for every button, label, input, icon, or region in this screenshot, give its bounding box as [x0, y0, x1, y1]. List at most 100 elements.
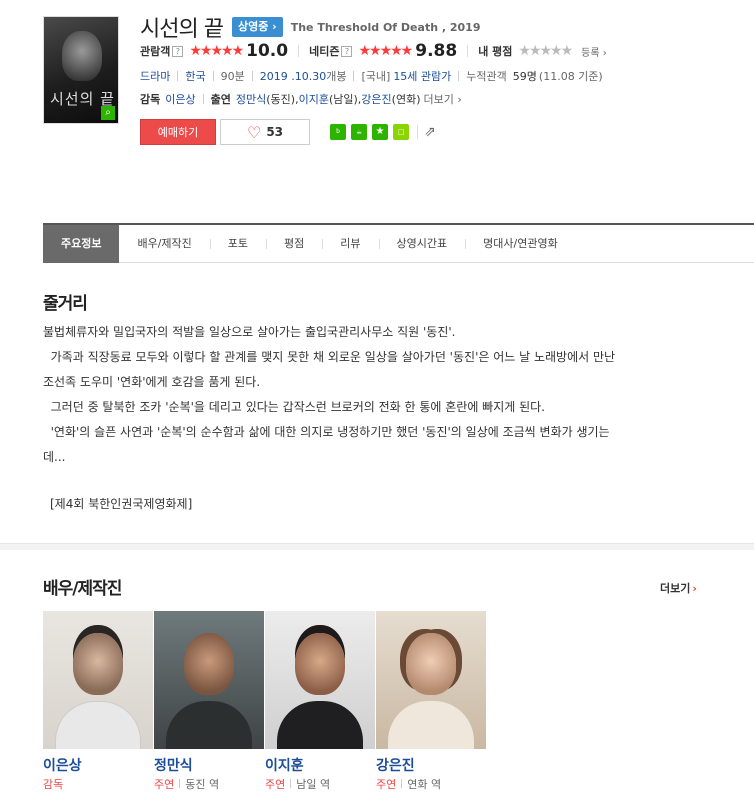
heart-icon: ♡	[246, 122, 262, 142]
photo-head	[184, 633, 234, 695]
credits-more-link[interactable]: 더보기 ›	[423, 91, 461, 107]
person-photo[interactable]	[43, 611, 153, 749]
help-icon[interactable]: ?	[341, 45, 353, 57]
cast-card[interactable]: 이지훈 주연 남일 역	[265, 611, 376, 792]
synopsis-line: 가족과 직장동료 모두와 이렇다 할 관계를 맺지 못한 채 외로운 일상을 살…	[43, 350, 616, 364]
cast-more-label: 더보기	[660, 582, 691, 595]
tab-photo[interactable]: 포토	[209, 225, 266, 263]
cast-card[interactable]: 강은진 주연 연화 역	[376, 611, 487, 792]
divider	[212, 71, 214, 81]
divider	[290, 779, 292, 788]
chevron-right-icon: ›	[692, 582, 697, 595]
synopsis-line: 데...	[43, 450, 66, 464]
role-label: 감독	[43, 778, 64, 791]
share-out-icon[interactable]: ⇗	[424, 124, 436, 140]
title-row: 시선의 끝 상영중 › The Threshold Of Death , 201…	[140, 13, 481, 42]
synopsis-line: 그러던 중 탈북한 조카 '순복'을 데리고 있다는 갑작스런 브로커의 전화 …	[43, 400, 546, 414]
status-badge[interactable]: 상영중 ›	[231, 17, 283, 37]
person-name[interactable]: 강은진	[376, 755, 487, 774]
audience-stars: ★★★★★	[189, 43, 244, 59]
divider	[202, 94, 204, 104]
reserve-button[interactable]: 예매하기	[140, 119, 216, 145]
help-icon[interactable]: ?	[172, 45, 184, 57]
cast-card[interactable]: 이은상 감독	[43, 611, 154, 792]
english-title: The Threshold Of Death , 2019	[290, 20, 481, 34]
cumulative-label: 누적관객	[466, 70, 507, 83]
movie-title: 시선의 끝	[140, 17, 224, 42]
role-label: 주연	[376, 778, 397, 791]
synopsis-heading: 줄거리	[43, 294, 88, 314]
cast-link-1[interactable]: 이지훈	[299, 91, 329, 107]
register-rating-link[interactable]: 등록 ›	[581, 44, 607, 59]
synopsis-line: 조선족 도우미 '연화'에게 호감을 품게 된다.	[43, 375, 261, 389]
person-role: 주연 연화 역	[376, 776, 487, 792]
release-date-link[interactable]: 2019 .10.30	[260, 70, 326, 83]
divider	[458, 71, 460, 81]
person-photo[interactable]	[154, 611, 264, 749]
blog-icon[interactable]: b	[330, 124, 346, 140]
cast-link-0[interactable]: 정만식	[236, 91, 266, 107]
photo-body	[388, 701, 474, 749]
cast-section-heading: 배우/제작진	[43, 579, 122, 599]
divider	[417, 125, 418, 139]
audience-label: 관람객	[140, 45, 171, 58]
share-icons: b ☕ ★ □ ⇗	[330, 124, 436, 140]
divider	[177, 71, 179, 81]
tab-showtimes[interactable]: 상영시간표	[378, 225, 466, 263]
cast-link-2[interactable]: 강은진	[361, 91, 391, 107]
action-row: 예매하기 ♡ 53 b ☕ ★ □ ⇗	[140, 119, 436, 145]
cast-card[interactable]: 정만식 주연 동진 역	[154, 611, 265, 792]
credits-row: 감독 이은상 출연 정만식 (동진), 이지훈 (남일), 강은진 (연화) 더보기 …	[140, 90, 462, 108]
divider	[298, 45, 300, 57]
country-link[interactable]: 한국	[185, 68, 205, 84]
synopsis-text: 불법체류자와 밀입국자의 적발을 일상으로 살아가는 출입국관리사무소 직원 '…	[43, 320, 713, 470]
my-rating-stars[interactable]: ★★★★★	[518, 43, 573, 59]
person-photo[interactable]	[376, 611, 486, 749]
director-label: 감독	[140, 93, 161, 106]
info-row: 드라마 한국 90분 2019 .10.30 개봉 [국내] 15세 관람가 누…	[140, 67, 603, 85]
character-name: 동진 역	[185, 778, 220, 791]
photo-body	[277, 701, 363, 749]
tab-quotes-related[interactable]: 명대사/연관영화	[465, 225, 576, 263]
tab-reviews[interactable]: 리뷰	[322, 225, 378, 263]
zoom-icon[interactable]: ⌕	[101, 106, 115, 120]
poster-face	[62, 31, 102, 81]
movie-poster[interactable]: 시선의 끝 ⌕	[43, 16, 119, 124]
person-name[interactable]: 이지훈	[265, 755, 376, 774]
tab-cast-crew[interactable]: 배우/제작진	[119, 225, 209, 263]
bookmark-star-icon[interactable]: ★	[372, 124, 388, 140]
netizen-stars: ★★★★★	[358, 43, 413, 59]
genre-link[interactable]: 드라마	[140, 68, 170, 84]
like-button[interactable]: ♡ 53	[220, 119, 310, 145]
cafe-icon[interactable]: ☕	[351, 124, 367, 140]
netizen-label: 네티즌	[309, 45, 340, 58]
character-name: 남일 역	[296, 778, 331, 791]
director-link[interactable]: 이은상	[165, 91, 195, 107]
divider	[467, 45, 469, 57]
rating-prefix: [국내]	[361, 70, 391, 83]
cast-more-link[interactable]: 더보기 ›	[660, 580, 697, 596]
tab-main-info[interactable]: 주요정보	[43, 224, 120, 263]
cast-list: 이은상 감독 정만식 주연 동진 역 이지훈 주연 남일 역 강은진 주연 연화 역	[43, 611, 487, 792]
cumulative-date: (11.08 기준)	[538, 70, 603, 83]
synopsis-line: 불법체류자와 밀입국자의 적발을 일상으로 살아가는 출입국관리사무소 직원 '…	[43, 325, 456, 339]
person-role: 주연 동진 역	[154, 776, 265, 792]
cast-role-1: (남일),	[328, 93, 362, 106]
release-suffix: 개봉	[326, 70, 347, 83]
cast-label: 출연	[210, 93, 231, 106]
score-row: 관람객 ? ★★★★★ 10.0 네티즌 ? ★★★★★ 9.88 내 평점 ★…	[140, 40, 607, 62]
festival-note: [제4회 북한인권국제영화제]	[50, 497, 193, 511]
memo-icon[interactable]: □	[393, 124, 409, 140]
cumulative-value: 59명	[512, 70, 537, 83]
tab-ratings[interactable]: 평점	[266, 225, 322, 263]
audience-score: 10.0	[246, 41, 289, 61]
person-photo[interactable]	[265, 611, 375, 749]
person-name[interactable]: 이은상	[43, 755, 154, 774]
tab-bar: 주요정보 배우/제작진 포토 평점 리뷰 상영시간표 명대사/연관영화	[43, 223, 754, 263]
age-rating-link[interactable]: 15세 관람가	[393, 68, 451, 84]
person-name[interactable]: 정만식	[154, 755, 265, 774]
my-rating-label: 내 평점	[478, 45, 513, 58]
person-role: 주연 남일 역	[265, 776, 376, 792]
photo-head	[406, 633, 456, 695]
divider	[251, 71, 253, 81]
